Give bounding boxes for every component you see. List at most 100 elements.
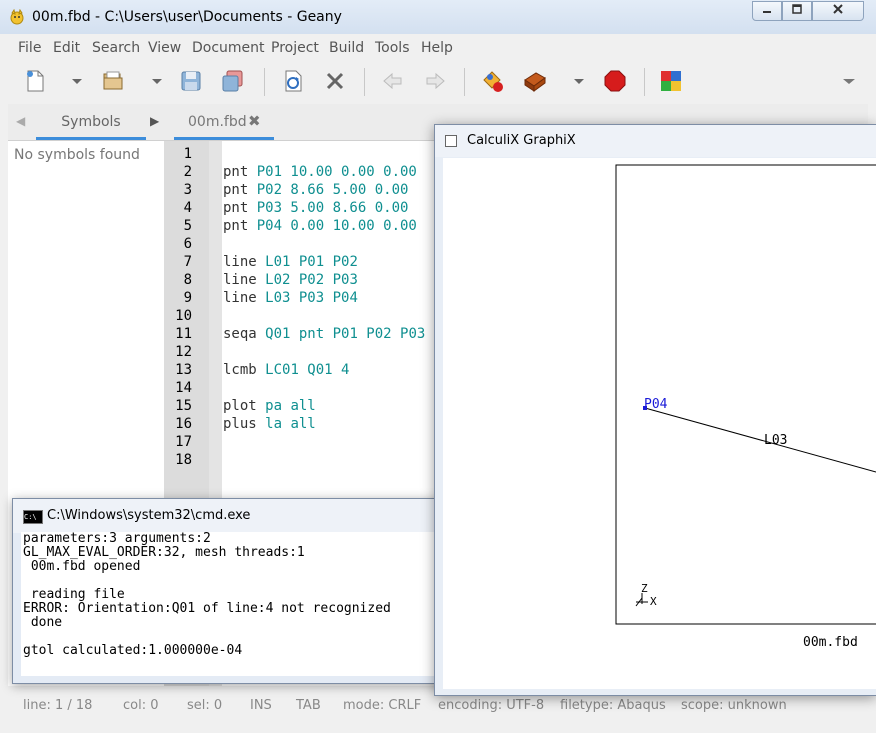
status-line: line: 1 / 18 (23, 698, 93, 713)
compile-icon (483, 71, 503, 92)
reload-icon (285, 70, 302, 92)
menu-search[interactable]: Search (92, 40, 140, 56)
code-arguments: la all (265, 416, 316, 432)
sidebar-scroll-right-icon[interactable]: ▶ (150, 114, 159, 128)
menu-project[interactable]: Project (271, 40, 319, 56)
axis-z-label: Z (641, 582, 648, 595)
code-text[interactable]: pnt P01 10.00 0.00 0.00 pnt P02 8.66 5.00… (223, 145, 425, 469)
cmd-output-line (23, 574, 391, 588)
save-all-button[interactable] (220, 68, 246, 94)
cmd-title-bar[interactable]: C:\ C:\Windows\system32\cmd.exe (13, 499, 447, 533)
window-title: 00m.fbd - C:\Users\user\Documents - Gean… (32, 9, 342, 25)
code-line: pnt P03 5.00 8.66 0.00 (223, 199, 425, 217)
open-file-icon (103, 71, 123, 90)
line-number: 12 (175, 344, 192, 360)
cmd-console-output[interactable]: parameters:3 arguments:2 GL_MAX_EVAL_ORDE… (21, 532, 447, 676)
code-keyword: pnt (223, 164, 257, 180)
code-line: seqa Q01 pnt P01 P02 P03 (223, 325, 425, 343)
new-file-dropdown[interactable] (64, 68, 82, 94)
sidebar-scroll-left-icon[interactable]: ◀ (16, 114, 25, 128)
stop-button[interactable] (602, 68, 628, 94)
save-all-icon (222, 70, 243, 92)
line-number: 15 (175, 398, 192, 414)
new-file-button[interactable] (22, 68, 48, 94)
code-keyword: line (223, 254, 266, 270)
menu-bar: File Edit Search View Document Project B… (8, 34, 868, 60)
toolbar-overflow-icon (843, 79, 855, 84)
point-p04-label: P04 (644, 397, 668, 412)
compile-button[interactable] (480, 68, 506, 94)
graphix-title-bar[interactable]: CalculiX GraphiX (435, 125, 876, 157)
menu-edit[interactable]: Edit (53, 40, 80, 56)
line-number: 4 (183, 200, 192, 216)
cmd-output-line: gtol calculated:1.000000e-04 (23, 643, 243, 658)
code-keyword: plus (223, 416, 266, 432)
toolbar (8, 60, 868, 104)
build-button[interactable] (522, 68, 548, 94)
cmd-output-line: GL_MAX_EVAL_ORDER:32, mesh threads:1 (23, 545, 305, 560)
code-line: line L02 P02 P03 (223, 271, 425, 289)
toolbar-overflow-button[interactable] (836, 68, 855, 94)
status-filetype: filetype: Abaqus (560, 698, 666, 713)
build-icon (524, 72, 546, 92)
code-arguments: P02 8.66 5.00 0.00 (256, 182, 409, 198)
status-tab: TAB (296, 698, 321, 713)
line-number: 14 (175, 380, 192, 396)
axis-x-label: X (650, 595, 657, 608)
code-keyword: line (223, 272, 266, 288)
console-icon: C:\ (23, 510, 43, 524)
navigate-back-icon (383, 72, 402, 90)
minimize-button[interactable] (752, 1, 782, 21)
save-button[interactable] (178, 68, 204, 94)
status-col: col: 0 (123, 698, 159, 713)
document-tab[interactable]: 00m.fbd ✖ (174, 104, 274, 140)
maximize-button[interactable] (782, 1, 812, 21)
viewport-frame (615, 164, 876, 625)
line-number: 3 (183, 182, 192, 198)
toolbar-separator (464, 68, 465, 96)
line-number: 13 (175, 362, 192, 378)
menu-tools[interactable]: Tools (375, 40, 410, 56)
navigate-back-button[interactable] (380, 68, 406, 94)
status-mode: mode: CRLF (343, 698, 422, 713)
reload-button[interactable] (280, 68, 306, 94)
menu-build[interactable]: Build (329, 40, 364, 56)
menu-file[interactable]: File (18, 40, 41, 56)
close-file-button[interactable] (322, 68, 348, 94)
graphix-window[interactable]: CalculiX GraphiX P04 L03 Z X 00m.fbd (434, 124, 876, 696)
tab-symbols[interactable]: Symbols (36, 104, 146, 140)
build-dropdown[interactable] (566, 68, 584, 94)
cmd-window[interactable]: C:\ C:\Windows\system32\cmd.exe paramete… (12, 498, 448, 684)
status-ins: INS (250, 698, 272, 713)
code-line: pnt P01 10.00 0.00 0.00 (223, 163, 425, 181)
line-l03 (644, 407, 876, 473)
close-button[interactable] (812, 1, 864, 21)
line-numbers: 1 2 3 4 5 6 7 8 9 10 11 12 13 14 15 16 17 18 (164, 145, 192, 469)
code-keyword: lcmb (223, 362, 266, 378)
menu-view[interactable]: View (148, 40, 181, 56)
geany-title-bar[interactable]: 00m.fbd - C:\Users\user\Documents - Gean… (0, 0, 876, 34)
code-keyword: plot (223, 398, 266, 414)
color-chooser-icon (661, 71, 681, 91)
close-file-icon (326, 72, 344, 90)
cmd-output-text: parameters:3 arguments:2 GL_MAX_EVAL_ORDE… (23, 532, 391, 658)
graphix-viewport[interactable]: P04 L03 Z X 00m.fbd (443, 158, 876, 689)
stop-icon (604, 70, 626, 92)
cmd-output-line: reading file (23, 587, 125, 602)
open-file-button[interactable] (100, 68, 126, 94)
open-file-dropdown[interactable] (144, 68, 162, 94)
color-chooser-button[interactable] (658, 68, 684, 94)
no-symbols-message: No symbols found (14, 147, 140, 163)
line-number: 2 (183, 164, 192, 180)
navigate-forward-button[interactable] (422, 68, 448, 94)
menu-document[interactable]: Document (192, 40, 265, 56)
toolbar-separator (264, 68, 265, 96)
line-number: 1 (183, 146, 192, 162)
code-line: plus la all (223, 415, 425, 433)
line-number: 10 (175, 308, 192, 324)
dropdown-arrow-icon (72, 79, 82, 84)
tab-close-icon[interactable]: ✖ (248, 112, 261, 130)
menu-help[interactable]: Help (421, 40, 453, 56)
